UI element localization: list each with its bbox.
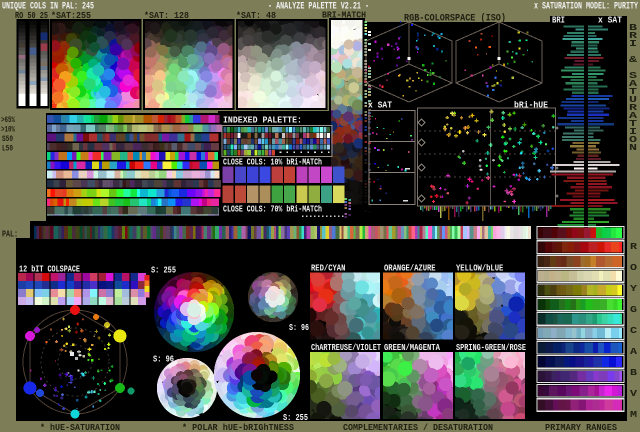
svg-text:S: 255: S: 255 <box>151 266 176 276</box>
svg-text:PRIMARY RANGES: PRIMARY RANGES <box>545 423 618 432</box>
svg-text:S: 96: S: 96 <box>153 355 174 365</box>
svg-text:B: B <box>630 368 638 378</box>
svg-text:&: & <box>629 55 638 65</box>
svg-text:PAL:: PAL: <box>2 230 18 240</box>
svg-text:* POLAR hUE-bRIGhTNESS: * POLAR hUE-bRIGhTNESS <box>182 423 295 432</box>
svg-text:x SAT: x SAT <box>368 101 393 111</box>
svg-text:SPRING-GREEN/ROSE: SPRING-GREEN/ROSE <box>456 343 526 353</box>
svg-text:S50: S50 <box>2 135 13 144</box>
svg-text:M: M <box>630 410 637 420</box>
svg-text:INDEXED PALETTE:: INDEXED PALETTE: <box>223 116 302 126</box>
svg-text:CLOSE COLS: 10% bRi-MATCh: CLOSE COLS: 10% bRi-MATCh <box>223 158 322 168</box>
svg-text:>65%: >65% <box>1 116 15 125</box>
svg-text:V: V <box>630 389 638 399</box>
svg-text:O: O <box>630 263 638 273</box>
svg-text:S: 96: S: 96 <box>289 323 309 333</box>
svg-text:A: A <box>630 347 638 357</box>
svg-text:GREEN/MAGENTA: GREEN/MAGENTA <box>384 343 440 353</box>
svg-text:YELLOW/bLUE: YELLOW/bLUE <box>456 264 504 274</box>
svg-text:Y: Y <box>630 284 638 294</box>
svg-text:x SATURATION MODEL: PURITY: x SATURATION MODEL: PURITY <box>534 2 638 13</box>
svg-text:CLOSE COLS: 70% bRi-MATCh: CLOSE COLS: 70% bRi-MATCh <box>223 205 322 215</box>
svg-text:bRi-hUE: bRi-hUE <box>514 101 549 111</box>
svg-text:BRI: BRI <box>552 16 565 26</box>
svg-text:COMPLEMENTARIES / DESATURATION: COMPLEMENTARIES / DESATURATION <box>343 423 493 432</box>
svg-text:L50: L50 <box>2 145 13 154</box>
svg-text:x SAT: x SAT <box>598 16 623 26</box>
svg-text:R: R <box>630 242 638 252</box>
svg-text:* hUE-SATURATION: * hUE-SATURATION <box>40 423 120 432</box>
svg-text:RGB-COLORSPACE (ISO): RGB-COLORSPACE (ISO) <box>404 13 506 25</box>
svg-text:>10%: >10% <box>1 126 15 135</box>
svg-text:ChARTREUSE/VIOLET: ChARTREUSE/VIOLET <box>311 343 381 353</box>
svg-text:ORANGE/AZURE: ORANGE/AZURE <box>384 264 436 274</box>
svg-text:RED/CYAN: RED/CYAN <box>311 264 345 274</box>
svg-text:G: G <box>630 305 637 315</box>
svg-text:C: C <box>630 326 638 336</box>
svg-text:I: I <box>629 39 637 49</box>
svg-text:N: N <box>629 143 637 153</box>
